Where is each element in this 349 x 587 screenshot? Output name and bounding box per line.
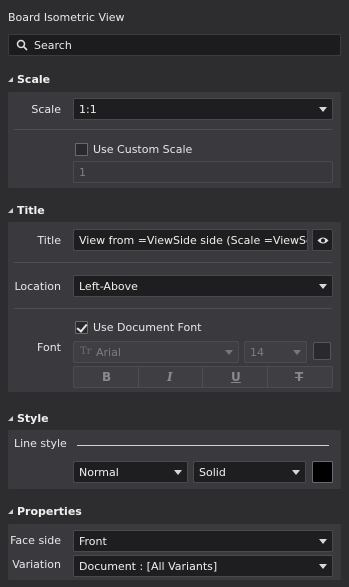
chevron-down-icon xyxy=(174,470,182,475)
font-color-swatch[interactable] xyxy=(313,342,331,360)
collapse-triangle-icon xyxy=(8,509,13,514)
line-style-preview xyxy=(77,445,329,446)
eye-icon xyxy=(317,237,329,244)
visibility-toggle-button[interactable] xyxy=(312,229,333,251)
section-title: Properties xyxy=(17,505,82,518)
face-side-dropdown[interactable]: Front xyxy=(73,530,333,552)
section-header-properties[interactable]: Properties xyxy=(8,505,82,521)
truetype-font-icon: Tr xyxy=(80,346,92,357)
use-document-font-checkbox[interactable] xyxy=(75,321,88,334)
line-color-swatch[interactable] xyxy=(312,461,333,483)
panel-title: Board Isometric View xyxy=(8,11,125,24)
use-document-font-label: Use Document Font xyxy=(93,321,202,334)
strikethrough-button[interactable]: T xyxy=(268,367,332,387)
divider xyxy=(14,129,332,130)
italic-icon: I xyxy=(167,370,173,384)
section-title: Title xyxy=(17,204,45,217)
section-header-scale[interactable]: Scale xyxy=(8,73,50,89)
underline-button[interactable]: U xyxy=(203,367,268,387)
face-side-value: Front xyxy=(79,535,107,548)
bold-button[interactable]: B xyxy=(74,367,139,387)
divider xyxy=(14,262,332,263)
chevron-down-icon xyxy=(225,350,233,355)
font-size-value: 14 xyxy=(250,346,264,359)
strikethrough-icon: T xyxy=(295,370,304,384)
section-header-title[interactable]: Title xyxy=(8,204,45,220)
chevron-down-icon xyxy=(319,284,327,289)
search-placeholder: Search xyxy=(34,39,72,52)
use-custom-scale-checkbox[interactable] xyxy=(75,143,88,156)
chevron-down-icon xyxy=(319,564,327,569)
divider xyxy=(14,308,332,309)
search-input[interactable]: Search xyxy=(8,34,341,56)
line-style-label: Line style xyxy=(14,437,67,450)
scale-value: 1:1 xyxy=(79,103,97,116)
face-side-label: Face side xyxy=(10,534,61,547)
location-dropdown[interactable]: Left-Above xyxy=(73,275,333,297)
bold-icon: B xyxy=(102,370,112,384)
location-label: Location xyxy=(14,280,61,293)
custom-scale-value: 1 xyxy=(79,166,86,179)
collapse-triangle-icon xyxy=(8,416,13,421)
font-label: Font xyxy=(37,341,61,354)
italic-button[interactable]: I xyxy=(139,367,203,387)
section-title: Style xyxy=(17,412,49,425)
font-family-value: Arial xyxy=(96,346,121,359)
collapse-triangle-icon xyxy=(8,208,13,213)
chevron-down-icon xyxy=(292,470,300,475)
title-value: View from =ViewSide side (Scale =ViewSca… xyxy=(79,234,308,247)
font-size-dropdown[interactable]: 14 xyxy=(244,341,307,363)
section-title: Scale xyxy=(17,73,51,86)
line-weight-value: Normal xyxy=(79,466,119,479)
variation-label: Variation xyxy=(12,558,61,571)
title-label: Title xyxy=(37,234,61,247)
scale-dropdown[interactable]: 1:1 xyxy=(73,98,333,120)
location-value: Left-Above xyxy=(79,280,138,293)
search-icon xyxy=(16,39,28,51)
line-weight-dropdown[interactable]: Normal xyxy=(73,461,188,483)
chevron-down-icon xyxy=(319,107,327,112)
variation-value: Document : [All Variants] xyxy=(79,560,218,573)
line-pattern-value: Solid xyxy=(199,466,226,479)
collapse-triangle-icon xyxy=(8,77,13,82)
font-family-dropdown[interactable]: Tr Arial xyxy=(73,341,239,363)
title-field[interactable]: View from =ViewSide side (Scale =ViewSca… xyxy=(73,229,308,251)
underline-icon: U xyxy=(231,370,241,384)
section-header-style[interactable]: Style xyxy=(8,412,49,428)
chevron-down-icon xyxy=(319,539,327,544)
chevron-down-icon xyxy=(293,350,301,355)
line-pattern-dropdown[interactable]: Solid xyxy=(193,461,306,483)
text-format-bar: B I U T xyxy=(73,366,333,388)
variation-dropdown[interactable]: Document : [All Variants] xyxy=(73,555,333,577)
custom-scale-field[interactable]: 1 xyxy=(73,161,333,183)
use-custom-scale-label: Use Custom Scale xyxy=(93,143,193,156)
scale-label: Scale xyxy=(31,103,61,116)
